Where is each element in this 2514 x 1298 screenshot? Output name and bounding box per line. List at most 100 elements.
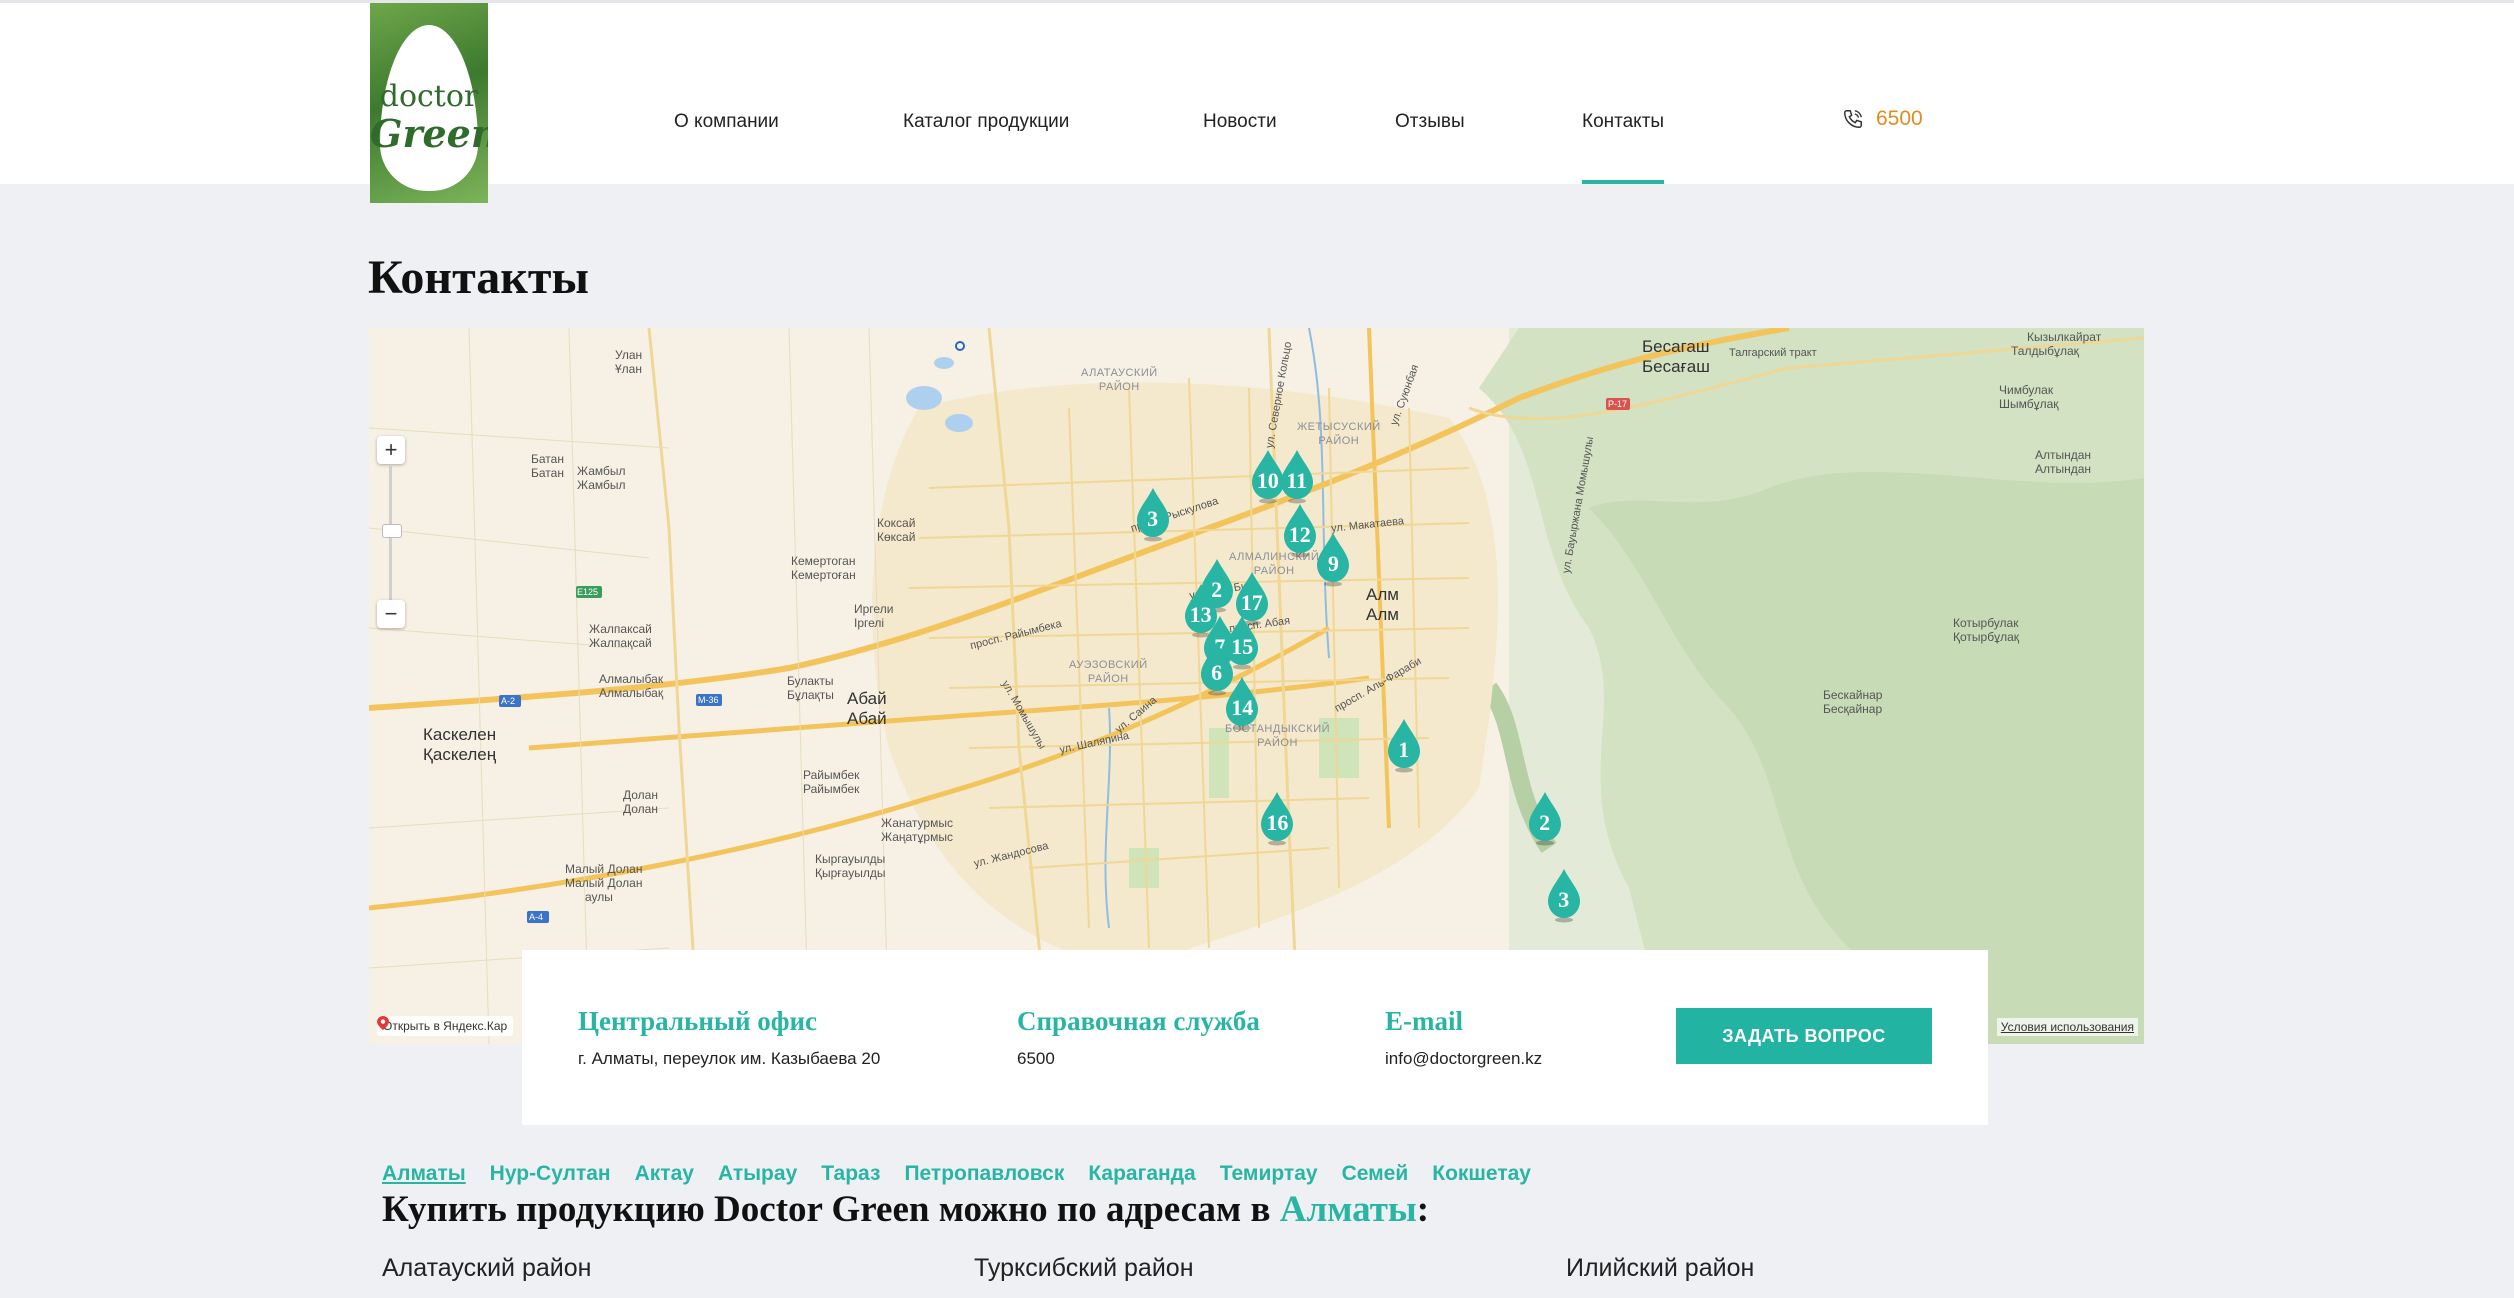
- city-tab-taraz[interactable]: Тараз: [821, 1162, 880, 1186]
- map-label-koksai-kz: Көксай: [877, 530, 916, 544]
- map-label-kemertogan: Кемертоган: [791, 554, 856, 568]
- phone-number[interactable]: 6500: [1876, 107, 1923, 131]
- city-tab-atyrau[interactable]: Атырау: [718, 1162, 797, 1186]
- phone-icon: [1844, 110, 1862, 128]
- marker-number: 11: [1286, 468, 1307, 493]
- marker-number: 3: [1558, 887, 1570, 913]
- map-marker[interactable]: 16: [1257, 790, 1297, 846]
- map-label-kemertogan-kz: Кемертоған: [791, 568, 856, 582]
- map-label-road-e125: E125: [577, 587, 599, 597]
- map-label-beskainar: Бескайнар: [1823, 688, 1883, 702]
- map-marker[interactable]: 14: [1222, 675, 1262, 731]
- map-marker[interactable]: 9: [1313, 531, 1353, 587]
- map-label-almaty-kz: Алм: [1366, 605, 1399, 624]
- city-tab-karaganda[interactable]: Караганда: [1088, 1162, 1195, 1186]
- city-tab-aktau[interactable]: Актау: [635, 1162, 694, 1186]
- map-pin-icon: [377, 1016, 389, 1030]
- map-label-altyndan-kz: Алтындан: [2035, 462, 2092, 476]
- map-label-shymbulak: Шымбұлақ: [1999, 397, 2059, 411]
- buy-heading-prefix: Купить продукцию Doctor Green можно по а…: [382, 1189, 1280, 1230]
- map-label-bulakty-kz: Бұлақты: [787, 688, 834, 702]
- open-in-yandex-text: Открыть в Яндекс.Кар: [383, 1019, 508, 1033]
- map-label-dolan: Долан: [623, 788, 658, 802]
- logo[interactable]: doctor Green: [370, 3, 488, 203]
- map-marker[interactable]: 2: [1525, 790, 1565, 846]
- city-tab-petropavlovsk[interactable]: Петропавловск: [904, 1162, 1064, 1186]
- help-phone[interactable]: 6500: [1017, 1049, 1260, 1069]
- map-label-auezov-district: АУЭЗОВСКИЙ РАЙОН: [1069, 659, 1148, 685]
- buy-heading-suffix: :: [1416, 1189, 1430, 1230]
- map-label-raiymbek-kz: Райымбек: [803, 782, 860, 796]
- logo-text-green: Green: [370, 111, 488, 156]
- map-marker[interactable]: 1: [1384, 717, 1424, 773]
- city-tabs: Алматы Нур-Султан Актау Атырау Тараз Пет…: [382, 1162, 1531, 1186]
- ask-question-button[interactable]: ЗАДАТЬ ВОПРОС: [1676, 1008, 1932, 1064]
- marker-number: 16: [1266, 810, 1289, 836]
- nav-news[interactable]: Новости: [1203, 111, 1277, 133]
- nav-catalog[interactable]: Каталог продукции: [903, 111, 1069, 133]
- office-address: г. Алматы, переулок им. Казыбаева 20: [578, 1049, 881, 1068]
- map-label-chimbulak: Чимбулак: [1999, 383, 2054, 397]
- map-label-kotyrbulak: Котырбулак: [1953, 616, 2019, 630]
- map-label-ulan: Улан: [615, 348, 643, 362]
- map-label-zhanaturmys-kz: Жаңатұрмыс: [881, 830, 953, 844]
- office-title: Центральный офис: [578, 1006, 817, 1036]
- nav-reviews[interactable]: Отзывы: [1395, 111, 1465, 133]
- map-label-kaskelen: Каскелен: [423, 725, 497, 744]
- map-marker[interactable]: 11: [1277, 448, 1317, 504]
- email-address[interactable]: info@doctorgreen.kz: [1385, 1049, 1542, 1069]
- map-label-dolan-kz: Долан: [623, 802, 658, 816]
- map-label-zhalpaksai: Жалпаксай: [589, 622, 652, 636]
- map-label-irgeli: Иргели: [854, 602, 894, 616]
- map-label-talgar-tract: Талгарский тракт: [1729, 347, 1817, 359]
- zoom-thumb[interactable]: [382, 524, 402, 538]
- map-terms-link[interactable]: Условия использования: [1996, 1018, 2138, 1036]
- header-phone[interactable]: 6500: [1842, 107, 1923, 131]
- district-title-alatau: Алатауский район: [382, 1254, 592, 1282]
- map-label-taldybulak: Талдыбұлақ: [2011, 344, 2079, 358]
- map-label-zhalpaksai-kz: Жалпақсай: [589, 636, 652, 650]
- map-label-zhanaturmys: Жанатурмыс: [881, 816, 953, 830]
- map-marker[interactable]: 3: [1544, 867, 1584, 923]
- map-marker[interactable]: 3: [1133, 486, 1173, 542]
- marker-number: 9: [1327, 551, 1339, 577]
- nav-contacts[interactable]: Контакты: [1582, 111, 1665, 184]
- map-label-almaty: Алм: [1366, 585, 1399, 604]
- map-label-kyrgauyldy-kz: Қырғауылды: [815, 866, 886, 880]
- marker-number: 17: [1240, 589, 1263, 615]
- map-label-abai: Абай: [847, 689, 887, 708]
- marker-number: 3: [1147, 506, 1159, 532]
- help-title: Справочная служба: [1017, 1006, 1260, 1036]
- map-label-maly-dolan-kz: Малый Долан: [565, 876, 643, 890]
- email-title: E-mail: [1385, 1006, 1463, 1036]
- map-label-irgeli-kz: Іргелі: [854, 616, 885, 630]
- marker-number: 2: [1539, 810, 1551, 836]
- city-tab-kokshetau[interactable]: Кокшетау: [1432, 1162, 1531, 1186]
- map-label-kyrgauyldy: Кыргауылды: [815, 852, 886, 866]
- map-label-kaskelen-kz: Қаскелең: [423, 745, 497, 764]
- city-tab-almaty[interactable]: Алматы: [382, 1162, 466, 1186]
- district-title-ili: Илийский район: [1566, 1254, 1755, 1282]
- page-title: Контакты: [368, 251, 589, 304]
- site-header: doctor Green О компании Каталог продукци…: [0, 0, 2514, 203]
- map-label-road-a4: A-4: [529, 912, 544, 922]
- office-block: Центральный офис г. Алматы, переулок им.…: [578, 1006, 880, 1069]
- district-title-turksib: Турксибский район: [974, 1254, 1194, 1282]
- zoom-in-button[interactable]: +: [377, 436, 405, 464]
- city-tab-temirtau[interactable]: Темиртау: [1220, 1162, 1318, 1186]
- map-label-altyndan: Алтындан: [2035, 448, 2092, 462]
- city-tab-semey[interactable]: Семей: [1342, 1162, 1409, 1186]
- map-label-abai-kz: Абай: [847, 709, 887, 728]
- zoom-out-button[interactable]: −: [377, 600, 405, 628]
- nav-about[interactable]: О компании: [674, 111, 779, 133]
- map-label-zhetysu-district: ЖЕТЫСУСКИЙ РАЙОН: [1297, 421, 1381, 447]
- open-in-yandex-link[interactable]: Открыть в Яндекс.Кар: [377, 1016, 514, 1036]
- map-label-alatau-district: АЛАТАУСКИЙ РАЙОН: [1081, 367, 1158, 393]
- city-tab-nur-sultan[interactable]: Нур-Султан: [490, 1162, 611, 1186]
- map-label-maly-dolan: Малый Долан: [565, 862, 643, 876]
- map-label-almalybak: Алмалыбак: [599, 672, 664, 686]
- map-label-road-p17: P-17: [1608, 399, 1628, 409]
- buy-heading-city: Алматы: [1279, 1189, 1417, 1230]
- yandex-map[interactable]: Бесагаш Бесағаш Талгарский тракт Кызылка…: [369, 328, 2144, 1044]
- help-block: Справочная служба 6500: [1017, 1006, 1260, 1069]
